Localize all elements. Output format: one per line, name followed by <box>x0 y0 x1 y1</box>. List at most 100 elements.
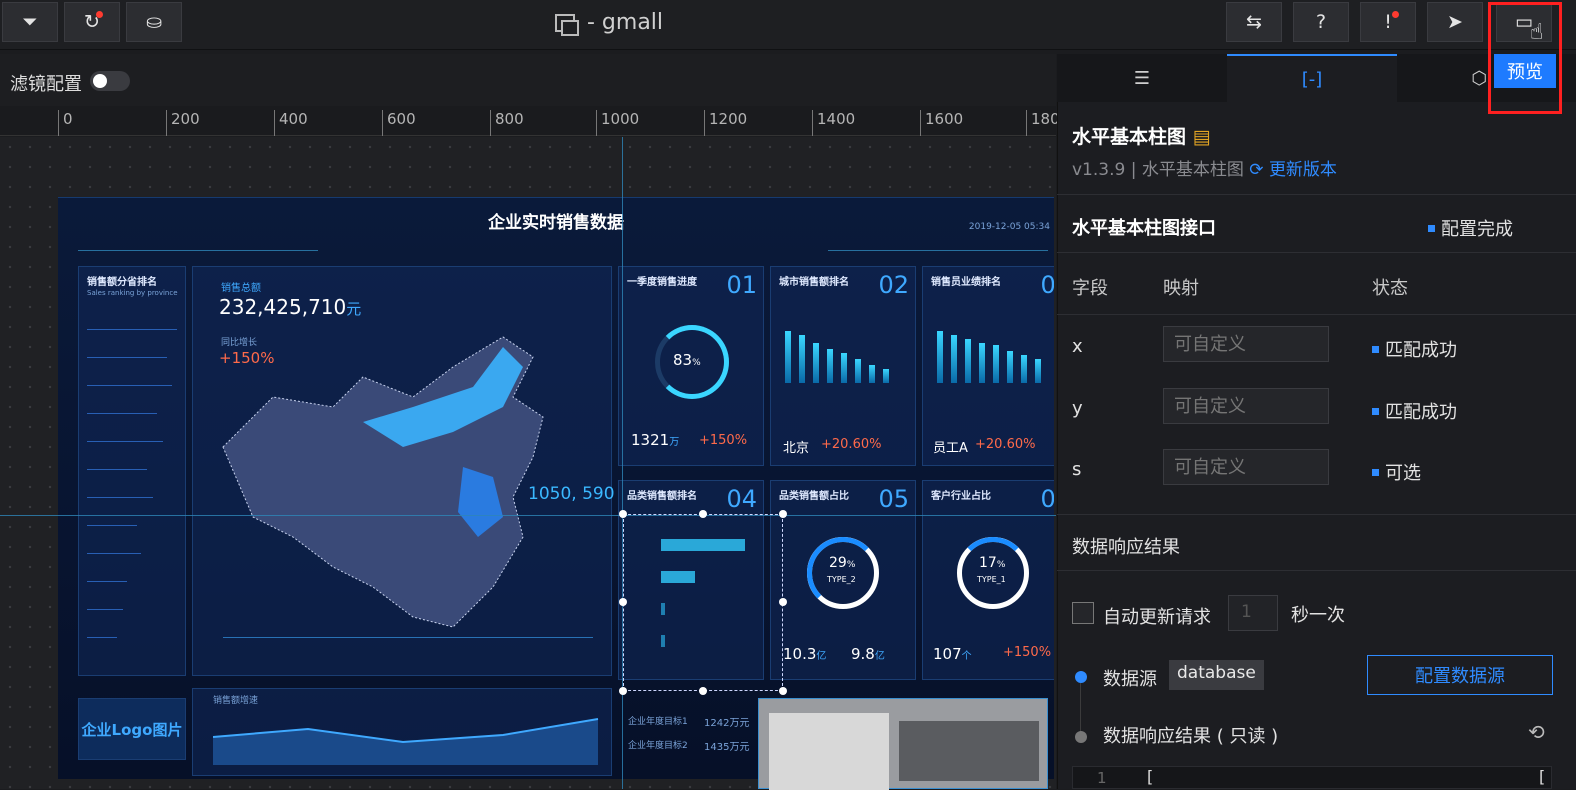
progress-value: 83% <box>673 351 701 369</box>
interval-input[interactable]: 1 <box>1228 595 1278 631</box>
panel-title: 品类销售额排名 <box>627 491 697 502</box>
quarter-progress-panel: 一季度销售进度 01 83% 1321万 +150% <box>618 266 764 466</box>
datasource-tag: database <box>1169 660 1264 690</box>
city-bar-chart <box>783 327 903 383</box>
mapping-input-s[interactable] <box>1163 449 1329 485</box>
doc-icon[interactable]: ▤ <box>1193 126 1211 148</box>
dashboard-title: 企业实时销售数据 <box>488 213 624 233</box>
resize-handle[interactable] <box>779 510 787 518</box>
guide-line-horizontal <box>0 515 1056 516</box>
highlight-box <box>1488 2 1562 114</box>
tab-data[interactable]: [-] <box>1227 54 1397 102</box>
quarter-growth: +150% <box>699 433 748 448</box>
ruler-tick: 200 <box>166 110 200 136</box>
resize-handle[interactable] <box>619 510 627 518</box>
hex-icon: ⬡ <box>1471 67 1487 89</box>
toggle-knob <box>93 74 107 88</box>
panel-title: 销售员业绩排名 <box>931 277 1001 288</box>
field-status-s: 可选 <box>1372 459 1421 485</box>
panel-number: 05 <box>878 485 909 513</box>
ruler-tick: 180 <box>1026 110 1060 136</box>
industry-count: 107个 <box>933 645 972 663</box>
mapping-input-y[interactable] <box>1163 388 1329 424</box>
panel-number: 04 <box>726 485 757 513</box>
send-icon[interactable]: ➤ <box>1427 2 1483 42</box>
paint-bucket-icon[interactable]: ⛀ <box>126 2 182 42</box>
filter-bar <box>0 54 1056 106</box>
ruler-tick: 1000 <box>596 110 639 136</box>
configure-datasource-button[interactable]: 配置数据源 <box>1367 655 1553 695</box>
ruler-tick: 0 <box>58 110 73 136</box>
notification-dot <box>1392 11 1399 18</box>
industry-pct: 17% <box>979 555 1006 571</box>
timeline-dot <box>1075 731 1087 743</box>
ruler-tick: 1600 <box>920 110 963 136</box>
quarter-amount: 1321万 <box>631 431 680 449</box>
panel-title: 品类销售额占比 <box>779 491 849 502</box>
field-status-x: 匹配成功 <box>1372 336 1457 362</box>
panel-number: 03 <box>1040 271 1054 299</box>
resize-handle[interactable] <box>779 598 787 606</box>
panel-number: 01 <box>726 271 757 299</box>
layout-icon[interactable]: ⇆ <box>1226 2 1282 42</box>
mapping-input-x[interactable] <box>1163 326 1329 362</box>
field-name-x: x <box>1072 336 1083 357</box>
sales-trend-panel: 销售额增速 <box>192 688 612 776</box>
resize-handle[interactable] <box>619 687 627 695</box>
resize-handle[interactable] <box>779 687 787 695</box>
salesperson-bar-chart <box>935 327 1054 383</box>
field-name-y: y <box>1072 398 1083 419</box>
project-title: - gmall <box>555 10 664 36</box>
horizontal-ruler: 0 200 400 600 800 1000 1200 1400 1600 18… <box>0 106 1060 136</box>
update-version-link[interactable]: ⟳ 更新版本 <box>1249 160 1337 180</box>
total-label: 销售总额 <box>221 283 261 294</box>
filter-toggle[interactable] <box>90 71 130 91</box>
alert-icon[interactable]: ! <box>1360 2 1416 42</box>
bracket-icon: [-] <box>1301 68 1323 90</box>
category-share-panel: 品类销售额占比 05 29% TYPE_2 10.3亿 9.8亿 <box>770 480 916 680</box>
salesperson-growth: +20.60% <box>975 437 1036 452</box>
code-bracket-open: [ <box>1147 767 1154 786</box>
goal-value-2: 1435万元 <box>704 742 750 753</box>
selection-box[interactable] <box>623 514 783 691</box>
response-code-editor[interactable]: 1 [ [ <box>1072 766 1552 789</box>
version-info: v1.3.9 | 水平基本柱图 ⟳ 更新版本 <box>1072 160 1337 180</box>
notification-dot <box>96 11 103 18</box>
field-status-y: 匹配成功 <box>1372 398 1457 424</box>
filter-config-label: 滤镜配置 <box>10 74 82 95</box>
sales-map-panel: 销售总额 232,425,710元 同比增长 +150% <box>192 266 612 676</box>
help-icon[interactable]: ? <box>1293 2 1349 42</box>
category-pct: 29% <box>829 555 856 571</box>
tab-settings[interactable]: ☰ <box>1057 54 1227 102</box>
company-logo: 企业Logo图片 <box>78 698 186 760</box>
line-number: 1 <box>1097 769 1107 787</box>
ruler-tick: 800 <box>490 110 524 136</box>
filter-icon[interactable]: ⏷ <box>2 2 58 42</box>
category-type: TYPE_2 <box>827 575 856 584</box>
industry-share-panel: 客户行业占比 06 17% TYPE_1 107个 +150% <box>922 480 1054 680</box>
ruler-tick: 1400 <box>812 110 855 136</box>
panel-title: 一季度销售进度 <box>627 277 697 288</box>
category-value-1: 10.3亿 <box>783 645 827 663</box>
layers-icon <box>555 13 579 36</box>
industry-type: TYPE_1 <box>977 575 1006 584</box>
panel-title: 销售额分省排名 <box>87 277 157 288</box>
panel-title: 客户行业占比 <box>931 491 991 502</box>
goal-label-2: 企业年度目标2 <box>628 741 688 751</box>
top-city: 北京 <box>783 441 810 456</box>
auto-update-label: 自动更新请求 <box>1103 607 1211 628</box>
resize-handle[interactable] <box>699 510 707 518</box>
minimap[interactable] <box>758 698 1048 790</box>
industry-growth: +150% <box>1003 645 1052 660</box>
project-title-text: - gmall <box>587 10 664 35</box>
refresh-response-icon[interactable]: ⟲ <box>1528 720 1545 744</box>
datasource-label: 数据源 <box>1103 669 1157 690</box>
hand-cursor-icon: ☝ <box>1530 20 1544 45</box>
refresh-icon[interactable]: ↻ <box>64 2 120 42</box>
auto-update-checkbox[interactable] <box>1072 602 1094 624</box>
top-salesperson: 员工A <box>933 441 968 456</box>
resize-handle[interactable] <box>619 598 627 606</box>
resize-handle[interactable] <box>699 687 707 695</box>
total-value: 232,425,710元 <box>219 295 362 319</box>
sliders-icon: ☰ <box>1133 67 1151 89</box>
